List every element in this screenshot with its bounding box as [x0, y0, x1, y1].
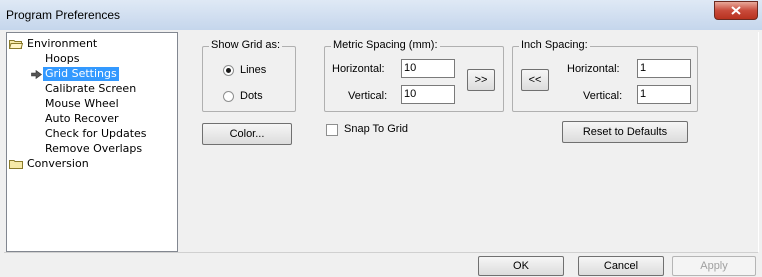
program-preferences-window: Program Preferences Environment Hoops Gr…: [0, 0, 762, 277]
folder-closed-icon: [9, 160, 23, 169]
inch-to-metric-button[interactable]: <<: [521, 69, 549, 91]
show-grid-group: Show Grid as: Lines Dots: [202, 39, 296, 112]
close-button[interactable]: [714, 1, 758, 20]
tree-item-label: Check for Updates: [45, 127, 147, 140]
tree-item-environment[interactable]: Environment: [9, 37, 175, 51]
inch-horizontal-label: Horizontal:: [567, 63, 620, 75]
inch-horizontal-input[interactable]: 1: [637, 59, 691, 78]
tree-item-conversion[interactable]: Conversion: [9, 157, 175, 171]
dialog-button-bar: OK Cancel Apply: [4, 252, 758, 277]
tree-item-check-for-updates[interactable]: Check for Updates: [45, 127, 147, 141]
cancel-button[interactable]: Cancel: [578, 256, 664, 276]
metric-spacing-title: Metric Spacing (mm):: [331, 39, 440, 51]
tree-item-label: Remove Overlaps: [45, 142, 143, 155]
tree-item-remove-overlaps[interactable]: Remove Overlaps: [45, 142, 142, 156]
inch-vertical-label: Vertical:: [583, 90, 623, 102]
tree-item-label: Mouse Wheel: [45, 97, 119, 110]
metric-to-inch-button[interactable]: >>: [467, 69, 495, 91]
inch-spacing-title: Inch Spacing:: [519, 39, 590, 51]
tree-item-label: Calibrate Screen: [45, 82, 137, 95]
metric-vertical-input[interactable]: 10: [401, 85, 455, 104]
lines-label: Lines: [240, 64, 267, 76]
title-bar[interactable]: Program Preferences: [0, 0, 762, 30]
tree-item-label: Auto Recover: [45, 112, 119, 125]
lines-radio[interactable]: [223, 65, 234, 76]
dialog-content: Environment Hoops Grid Settings Calibrat…: [4, 30, 759, 277]
window-title: Program Preferences: [6, 8, 121, 22]
tree-item-label: Environment: [27, 37, 98, 50]
close-icon: [731, 6, 741, 15]
tree-item-hoops[interactable]: Hoops: [45, 52, 79, 66]
show-grid-title: Show Grid as:: [209, 39, 283, 51]
tree-item-label: Grid Settings: [43, 67, 119, 81]
ok-button[interactable]: OK: [478, 256, 564, 276]
tree-item-auto-recover[interactable]: Auto Recover: [45, 112, 119, 126]
dots-radio[interactable]: [223, 91, 234, 102]
color-button[interactable]: Color...: [202, 123, 292, 145]
metric-spacing-group: Metric Spacing (mm): Horizontal: 10 Vert…: [324, 39, 504, 112]
snap-to-grid-checkbox[interactable]: [326, 124, 338, 136]
radio-selected-dot: [226, 68, 231, 73]
metric-horizontal-input[interactable]: 10: [401, 59, 455, 78]
tree-item-label: Hoops: [45, 52, 80, 65]
metric-horizontal-label: Horizontal:: [332, 63, 385, 75]
settings-tree[interactable]: Environment Hoops Grid Settings Calibrat…: [6, 32, 178, 252]
reset-to-defaults-button[interactable]: Reset to Defaults: [562, 121, 688, 143]
inch-vertical-input[interactable]: 1: [637, 85, 691, 104]
folder-open-icon: [9, 40, 23, 49]
inch-spacing-group: Inch Spacing: << Horizontal: 1 Vertical:…: [512, 39, 698, 112]
apply-button[interactable]: Apply: [672, 256, 756, 276]
arrow-right-icon: [31, 70, 42, 79]
metric-vertical-label: Vertical:: [348, 90, 388, 102]
tree-item-label: Conversion: [27, 157, 89, 170]
grid-settings-pane: Show Grid as: Lines Dots Metric Spacing …: [180, 32, 759, 252]
tree-item-calibrate-screen[interactable]: Calibrate Screen: [45, 82, 136, 96]
snap-to-grid-label: Snap To Grid: [344, 123, 409, 135]
tree-item-mouse-wheel[interactable]: Mouse Wheel: [45, 97, 119, 111]
dots-label: Dots: [240, 90, 263, 102]
